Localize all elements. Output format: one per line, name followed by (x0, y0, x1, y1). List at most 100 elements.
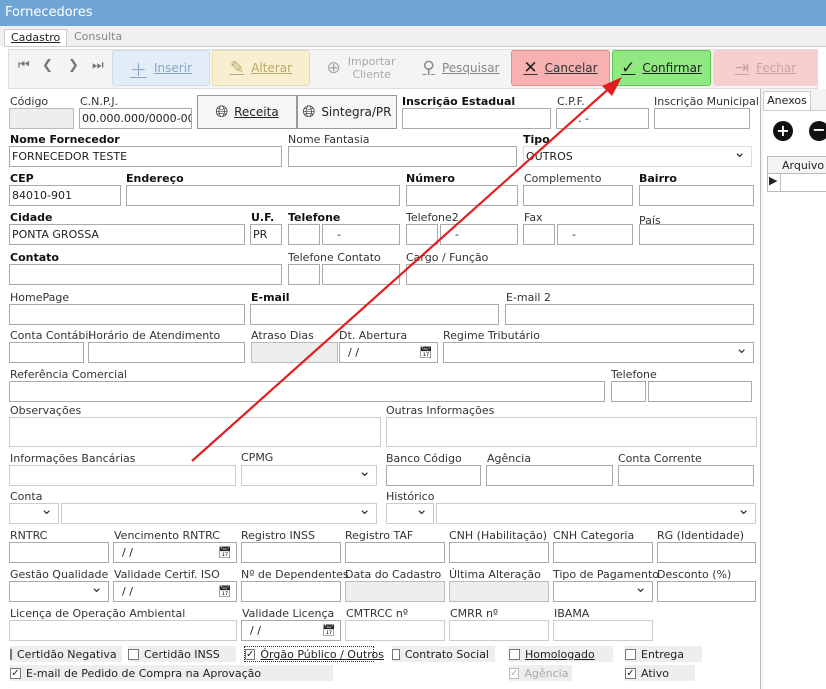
sintegra-button[interactable]: 🌐︎ Sintegra/PR (297, 95, 397, 129)
cmrr-field[interactable] (449, 620, 549, 641)
desconto-field[interactable] (657, 581, 756, 602)
bairro-field[interactable] (639, 185, 754, 206)
endereco-field[interactable] (126, 185, 400, 206)
telefone2-ddd-field[interactable] (406, 224, 438, 245)
importar-cliente-button[interactable]: ⊕ Importar Cliente (312, 50, 410, 86)
regime-tributario-select[interactable] (443, 342, 754, 363)
ibama-field[interactable] (553, 620, 653, 641)
certidao-inss-checkbox[interactable]: Certidão INSS (128, 646, 236, 662)
telefone-ddd-field[interactable] (288, 224, 320, 245)
conta-descricao-select[interactable] (61, 503, 377, 524)
cnh-categoria-field[interactable] (553, 542, 653, 563)
pais-field[interactable] (639, 224, 754, 245)
validade-iso-field[interactable]: / / 📅︎ (113, 581, 237, 602)
telefone2-field[interactable]: - (440, 224, 518, 245)
inscricao-municipal-field[interactable] (654, 108, 750, 129)
email2-field[interactable] (505, 304, 754, 325)
rntrc-field[interactable] (9, 542, 109, 563)
conta-contabil-field[interactable] (9, 342, 84, 363)
numero-field[interactable] (406, 185, 518, 206)
tab-cadastro[interactable]: Cadastro (4, 29, 68, 46)
cnpj-field[interactable]: 00.000.000/0000-00 (79, 108, 192, 129)
certidao-negativa-checkbox[interactable]: Certidão Negativa (10, 646, 122, 662)
email-field[interactable] (250, 304, 499, 325)
uf-field[interactable]: PR (250, 224, 282, 245)
cep-field[interactable]: 84010-901 (9, 185, 121, 206)
telefone-contato-ddd-field[interactable] (288, 264, 320, 285)
add-anexo-icon[interactable]: + (773, 121, 793, 141)
dt-abertura-field[interactable]: / / 📅︎ (339, 342, 438, 363)
ativo-checkbox[interactable]: ✓ Ativo (625, 665, 695, 681)
cidade-field[interactable]: PONTA GROSSA (9, 224, 245, 245)
fax-ddd-field[interactable] (523, 224, 555, 245)
inscricao-estadual-field[interactable] (402, 108, 551, 129)
email-pedido-checkbox[interactable]: ✓ E-mail de Pedido de Compra na Aprovação (10, 665, 333, 681)
contrato-social-checkbox[interactable]: Contrato Social (392, 646, 495, 662)
confirmar-button[interactable]: ✓ Confirmar (612, 50, 711, 86)
inserir-button[interactable]: ＋ Inserir (112, 50, 210, 86)
historico-select[interactable] (386, 503, 434, 524)
gestao-qualidade-select[interactable] (9, 581, 109, 602)
fechar-button[interactable]: ⇥ Fechar (713, 50, 818, 86)
ultima-alteracao-field[interactable] (449, 581, 549, 602)
complemento-field[interactable] (523, 185, 633, 206)
outras-informacoes-textarea[interactable] (386, 417, 757, 447)
remove-anexo-icon[interactable]: − (809, 121, 826, 141)
telefone-field[interactable]: - (322, 224, 400, 245)
tipo-select[interactable]: OUTROS (523, 146, 752, 167)
first-record-icon[interactable]: ⏮ (18, 58, 30, 73)
telefone-contato-field[interactable] (322, 264, 400, 285)
nome-fornecedor-field[interactable]: FORNECEDOR TESTE (9, 146, 282, 167)
orgao-publico-checkbox[interactable]: ✓ Órgão Público / Outros (244, 646, 384, 662)
cpmg-select[interactable] (241, 465, 377, 486)
conta-corrente-field[interactable] (618, 465, 754, 486)
agencia-checkbox[interactable]: ✓ Agência (509, 665, 572, 681)
observacoes-textarea[interactable] (9, 417, 381, 447)
registro-inss-field[interactable] (241, 542, 341, 563)
tipo-pagamento-select[interactable] (553, 581, 653, 602)
banco-codigo-field[interactable] (386, 465, 481, 486)
entrega-checkbox[interactable]: Entrega (625, 646, 702, 662)
registro-taf-field[interactable] (345, 542, 445, 563)
telefone-ref-ddd-field[interactable] (611, 381, 646, 402)
nome-fantasia-field[interactable] (288, 146, 517, 167)
calendar-icon[interactable]: 📅︎ (419, 343, 433, 362)
validade-licenca-field[interactable]: / / 📅︎ (241, 620, 341, 641)
tab-consulta[interactable]: Consulta (68, 29, 128, 46)
calendar-icon[interactable]: 📅︎ (322, 621, 336, 640)
cpf-field[interactable]: . . - (556, 108, 649, 129)
cargo-field[interactable] (406, 264, 754, 285)
codigo-field[interactable] (9, 108, 74, 129)
tab-anexos[interactable]: Anexos (763, 91, 811, 110)
calendar-icon[interactable]: 📅︎ (218, 543, 232, 562)
n-dependentes-field[interactable] (241, 581, 341, 602)
alterar-button[interactable]: ✎ Alterar (212, 50, 310, 86)
telefone-ref-field[interactable] (648, 381, 752, 402)
data-cadastro-field[interactable] (345, 581, 445, 602)
anexos-row[interactable]: ▶ (767, 174, 826, 192)
next-record-icon[interactable]: ❯ (68, 58, 79, 73)
last-record-icon[interactable]: ⏭ (92, 58, 104, 73)
rg-field[interactable] (657, 542, 756, 563)
homologado-checkbox[interactable]: Homologado (509, 646, 613, 662)
prev-record-icon[interactable]: ❮ (42, 58, 53, 73)
vencimento-rntrc-field[interactable]: / / 📅︎ (113, 542, 237, 563)
homepage-field[interactable] (9, 304, 245, 325)
cmtrcc-field[interactable] (345, 620, 445, 641)
informacoes-bancarias-field[interactable] (9, 465, 236, 486)
magic-wand-icon: ✎ (229, 58, 245, 78)
horario-field[interactable] (88, 342, 245, 363)
contato-field[interactable] (9, 264, 282, 285)
licenca-field[interactable] (9, 620, 237, 641)
referencia-comercial-field[interactable] (9, 381, 605, 402)
conta-select[interactable] (9, 503, 59, 524)
pesquisar-button[interactable]: ⚲ Pesquisar (414, 50, 508, 86)
cnh-habilitacao-field[interactable] (449, 542, 549, 563)
atraso-dias-field[interactable] (251, 342, 338, 363)
cancelar-button[interactable]: ✕ Cancelar (511, 50, 610, 86)
calendar-icon[interactable]: 📅︎ (218, 582, 232, 601)
agencia-field[interactable] (486, 465, 613, 486)
historico-descricao-select[interactable] (436, 503, 756, 524)
fax-field[interactable]: - (557, 224, 633, 245)
receita-button[interactable]: 🌐︎ Receita (197, 95, 297, 129)
